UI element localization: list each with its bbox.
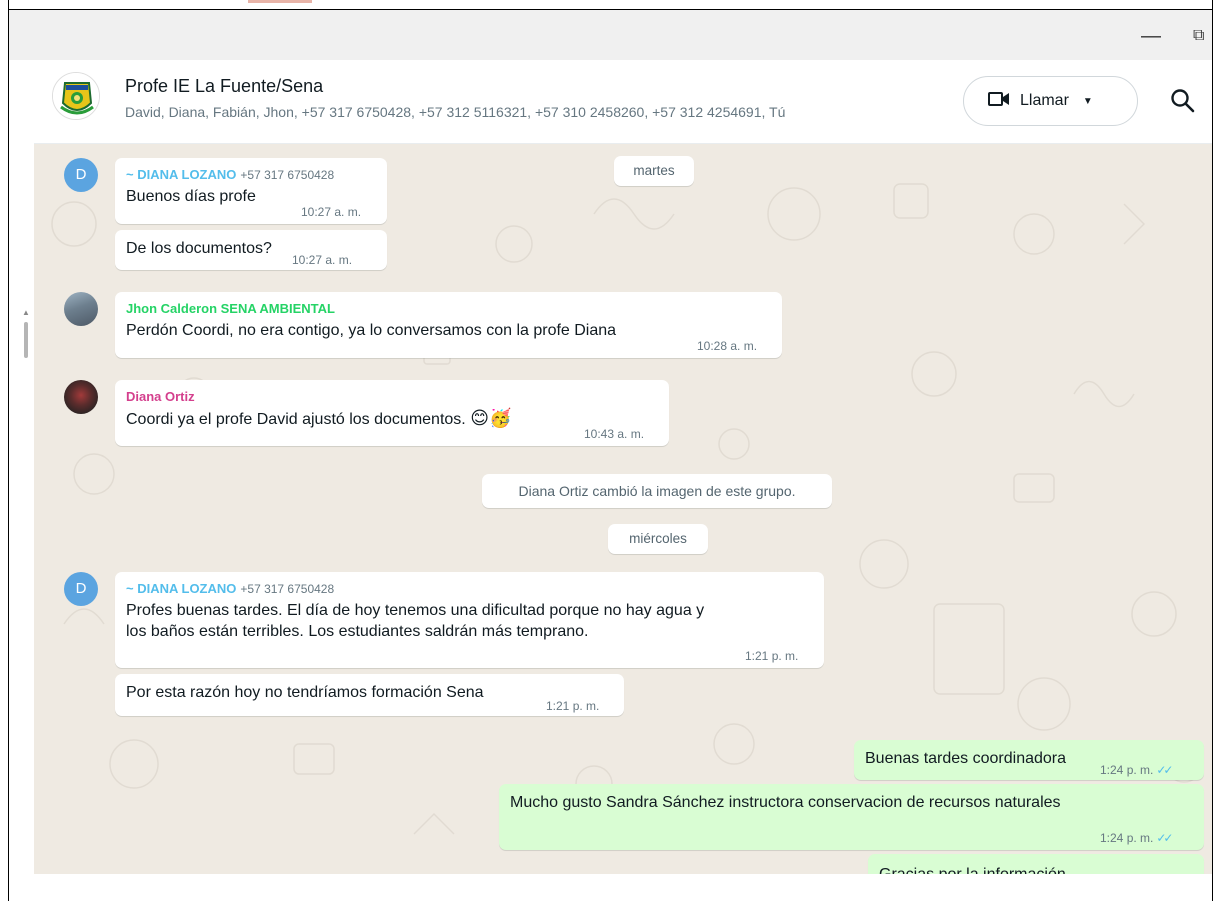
message-time-text: 1:24 p. m. xyxy=(1100,763,1154,777)
sender-phone: +57 317 6750428 xyxy=(240,582,335,596)
incoming-message[interactable]: De los documentos? 10:27 a. m. xyxy=(115,230,387,270)
group-avatar[interactable] xyxy=(52,72,100,120)
window-titlebar: — ⧉ xyxy=(9,10,1212,60)
scrollbar[interactable]: ▲ xyxy=(22,309,30,362)
message-text: Gracias por la información xyxy=(879,866,1066,874)
message-sender[interactable]: Jhon Calderon SENA AMBIENTAL xyxy=(126,300,772,318)
message-time: 1:21 p. m. xyxy=(546,699,600,713)
message-time: 10:27 a. m. xyxy=(301,205,362,219)
message-text: Coordi ya el profe David ajustó los docu… xyxy=(126,411,466,428)
incoming-message[interactable]: ~ DIANA LOZANO +57 317 6750428 Profes bue… xyxy=(115,572,824,668)
message-text-line: los baños están terribles. Los estudiant… xyxy=(126,623,589,640)
date-separator: martes xyxy=(614,156,694,186)
avatar[interactable]: D xyxy=(64,158,98,192)
message-time: 10:27 a. m. xyxy=(292,253,353,267)
incoming-message[interactable]: ~ DIANA LOZANO +57 317 6750428 Buenos día… xyxy=(115,158,387,224)
avatar[interactable]: D xyxy=(64,572,98,606)
sender-name: ~ DIANA LOZANO xyxy=(126,167,237,182)
incoming-message[interactable]: Jhon Calderon SENA AMBIENTAL Perdón Coor… xyxy=(115,292,782,358)
date-separator: miércoles xyxy=(608,524,708,554)
message-time: 1:21 p. m. xyxy=(745,649,799,663)
restore-button[interactable]: ⧉ xyxy=(1193,24,1209,48)
emoji: 😊🥳 xyxy=(470,408,512,429)
message-text: Por esta razón hoy no tendríamos formaci… xyxy=(126,684,484,701)
outgoing-message[interactable]: Gracias por la información xyxy=(868,854,1204,874)
video-camera-icon xyxy=(988,91,1010,112)
message-text: Perdón Coordi, no era contigo, ya lo con… xyxy=(126,322,617,339)
sender-name: Jhon Calderon SENA AMBIENTAL xyxy=(126,301,335,316)
chat-members: David, Diana, Fabián, Jhon, +57 317 6750… xyxy=(125,104,786,120)
outgoing-message[interactable]: Mucho gusto Sandra Sánchez instructora c… xyxy=(499,784,1204,850)
sender-name: ~ DIANA LOZANO xyxy=(126,581,237,596)
scroll-up-arrow[interactable]: ▲ xyxy=(22,309,30,317)
outgoing-message[interactable]: Buenas tardes coordinadora 1:24 p. m. ✓✓ xyxy=(854,740,1204,780)
message-sender[interactable]: Diana Ortiz xyxy=(126,388,659,406)
taskbar-accent xyxy=(248,0,312,3)
message-time: 1:24 p. m. ✓✓ xyxy=(1100,760,1174,781)
call-button-label: Llamar xyxy=(1020,92,1069,109)
message-text-line: Profes buenas tardes. El día de hoy tene… xyxy=(126,602,705,619)
message-sender[interactable]: ~ DIANA LOZANO +57 317 6750428 xyxy=(126,166,377,184)
system-message: Diana Ortiz cambió la imagen de este gru… xyxy=(482,474,832,508)
incoming-message[interactable]: Por esta razón hoy no tendríamos formaci… xyxy=(115,674,624,716)
minimize-button[interactable]: — xyxy=(1139,24,1163,48)
incoming-message[interactable]: Diana Ortiz Coordi ya el profe David aju… xyxy=(115,380,669,446)
message-time: 1:24 p. m. ✓✓ xyxy=(1100,828,1174,849)
chat-header[interactable]: Profe IE La Fuente/Sena David, Diana, Fa… xyxy=(34,60,1212,144)
read-receipt-icon: ✓✓ xyxy=(1156,831,1173,845)
message-sender[interactable]: ~ DIANA LOZANO +57 317 6750428 xyxy=(126,580,814,598)
avatar[interactable] xyxy=(64,292,98,326)
sender-name: Diana Ortiz xyxy=(126,389,195,404)
app-window: — ⧉ Profe IE La Fuente/Sena David, Diana… xyxy=(0,0,1230,901)
message-text: De los documentos? xyxy=(126,240,272,257)
message-text: Mucho gusto Sandra Sánchez instructora c… xyxy=(510,794,1061,811)
avatar[interactable] xyxy=(64,380,98,414)
message-time-text: 1:24 p. m. xyxy=(1100,831,1154,845)
chat-panel[interactable]: martes D ~ DIANA LOZANO +57 317 6750428 B… xyxy=(34,144,1212,874)
message-time: 10:43 a. m. xyxy=(584,427,645,441)
message-time: 10:28 a. m. xyxy=(697,339,758,353)
search-icon[interactable] xyxy=(1170,88,1196,114)
read-receipt-icon: ✓✓ xyxy=(1156,763,1173,777)
message-text: Buenas tardes coordinadora xyxy=(865,750,1067,767)
window-top-edge xyxy=(0,0,1230,10)
message-text: Buenos días profe xyxy=(126,188,256,205)
chevron-down-icon: ▼ xyxy=(1082,95,1093,107)
sender-phone: +57 317 6750428 xyxy=(240,168,335,182)
scrollbar-thumb[interactable] xyxy=(24,322,28,358)
call-button[interactable]: Llamar ▼ xyxy=(963,76,1138,126)
chat-title: Profe IE La Fuente/Sena xyxy=(125,76,324,96)
